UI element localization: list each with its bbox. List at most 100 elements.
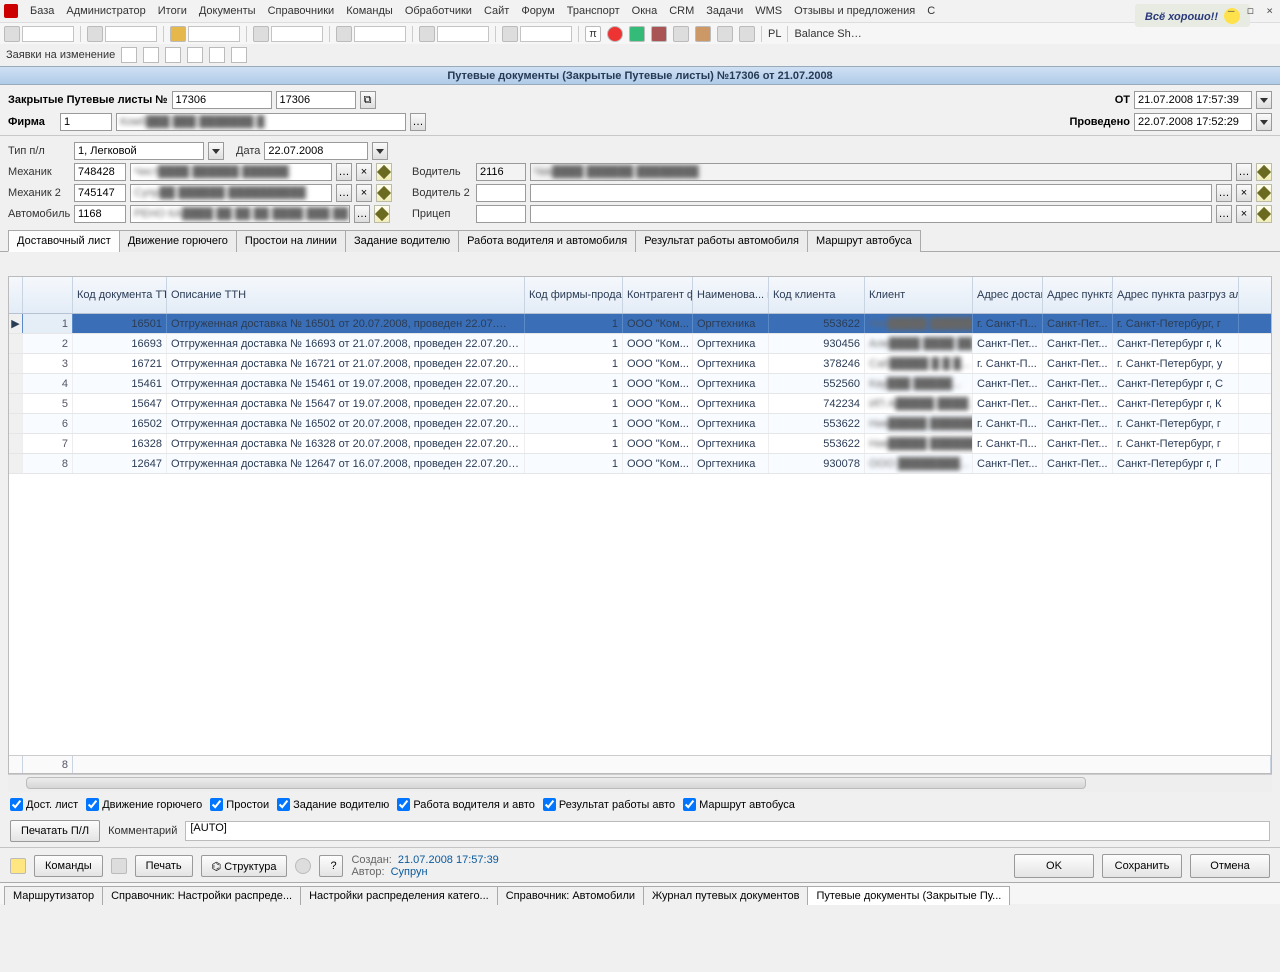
print-button[interactable]: Печать xyxy=(135,855,193,877)
driver2-name[interactable] xyxy=(530,184,1212,202)
driver-edit[interactable] xyxy=(1256,163,1272,181)
table-row[interactable]: 515647Отгруженная доставка № 15647 от 19… xyxy=(9,394,1271,414)
menu-windows[interactable]: Окна xyxy=(626,3,664,19)
window-controls[interactable]: – ◻ × xyxy=(1228,4,1276,17)
date-dropdown[interactable] xyxy=(372,142,388,160)
tab-work[interactable]: Работа водителя и автомобиля xyxy=(458,230,636,252)
toolbar-balance-label[interactable]: Balance Sh… xyxy=(794,28,861,40)
mechanic-edit[interactable] xyxy=(376,163,392,181)
mechanic2-name[interactable]: Супр██ ██████ ██████████ xyxy=(130,184,332,202)
pi-icon[interactable]: π xyxy=(585,26,601,42)
tab-idle[interactable]: Простои на линии xyxy=(236,230,346,252)
menu-handlers[interactable]: Обработчики xyxy=(399,3,478,19)
mechanic2-picker[interactable]: … xyxy=(336,184,352,202)
table-row[interactable]: 415461Отгруженная доставка № 15461 от 19… xyxy=(9,374,1271,394)
menu-base[interactable]: База xyxy=(24,3,60,19)
menu-refs[interactable]: Справочники xyxy=(262,3,341,19)
auto-name[interactable]: РЕНО КА████ ██ ██ ██ ████ ███ ██ xyxy=(130,205,350,223)
grid-body[interactable]: ▶116501Отгруженная доставка № 16501 от 2… xyxy=(9,314,1271,755)
tool-icon-2[interactable] xyxy=(87,26,103,42)
tool-icon-3[interactable] xyxy=(170,26,186,42)
firm-name-input[interactable]: Комб███ ███ ███████ █ xyxy=(116,113,406,131)
grid-tool-4[interactable] xyxy=(78,256,94,272)
wtab-journal[interactable]: Журнал путевых документов xyxy=(643,886,808,905)
menu-site[interactable]: Сайт xyxy=(478,3,515,19)
chk-work[interactable]: Работа водителя и авто xyxy=(397,798,535,811)
mechanic2-clear[interactable]: × xyxy=(356,184,372,202)
menu-commands[interactable]: Команды xyxy=(340,3,399,19)
driver2-edit[interactable] xyxy=(1256,184,1272,202)
grid-tool-1[interactable] xyxy=(12,256,28,272)
printer-icon[interactable] xyxy=(111,858,127,874)
mechanic-clear[interactable]: × xyxy=(356,163,372,181)
tab-fuel[interactable]: Движение горючего xyxy=(119,230,237,252)
chk-route[interactable]: Маршрут автобуса xyxy=(683,798,795,811)
lightning-icon[interactable] xyxy=(10,858,26,874)
date-prov-input[interactable]: 22.07.2008 17:52:29 xyxy=(1134,113,1252,131)
grid-tool-6[interactable] xyxy=(122,256,138,272)
firm-picker-button[interactable]: … xyxy=(410,113,426,131)
shield-icon[interactable] xyxy=(629,26,645,42)
menu-itogi[interactable]: Итоги xyxy=(152,3,193,19)
tool-input-2[interactable] xyxy=(105,26,157,42)
number-to-input[interactable]: 17306 xyxy=(276,91,356,109)
wtab-dist-settings[interactable]: Настройки распределения катего... xyxy=(300,886,498,905)
col-cargo[interactable]: Наименова... груза xyxy=(693,277,769,313)
col-desc[interactable]: Описание ТТН xyxy=(167,277,525,313)
save-button[interactable]: Сохранить xyxy=(1102,854,1182,878)
ok-button[interactable]: OK xyxy=(1014,854,1094,878)
structure-button[interactable]: ⌬Структура xyxy=(201,855,288,877)
wtab-ref-auto[interactable]: Справочник: Автомобили xyxy=(497,886,644,905)
menu-documents[interactable]: Документы xyxy=(193,3,262,19)
driver2-picker[interactable]: … xyxy=(1216,184,1232,202)
req-icon-3[interactable] xyxy=(165,47,181,63)
mask-icon[interactable] xyxy=(651,26,667,42)
type-dropdown[interactable] xyxy=(208,142,224,160)
grid-tool-2[interactable] xyxy=(34,256,50,272)
trailer-name[interactable] xyxy=(530,205,1212,223)
driver2-code[interactable] xyxy=(476,184,526,202)
col-contractor[interactable]: Контрагент фирмы-пр... xyxy=(623,277,693,313)
globe-icon[interactable] xyxy=(673,26,689,42)
number-picker-button[interactable]: ⧉ xyxy=(360,91,376,109)
tool-icon-5[interactable] xyxy=(336,26,352,42)
clip-icon[interactable] xyxy=(295,858,311,874)
tool-icon-7[interactable] xyxy=(502,26,518,42)
print-waybill-button[interactable]: Печатать П/Л xyxy=(10,820,100,842)
req-icon-2[interactable] xyxy=(143,47,159,63)
chk-dost[interactable]: Дост. лист xyxy=(10,798,78,811)
auto-picker[interactable]: … xyxy=(354,205,370,223)
req-icon-4[interactable] xyxy=(187,47,203,63)
mechanic-picker[interactable]: … xyxy=(336,163,352,181)
cube-icon[interactable] xyxy=(739,26,755,42)
table-row[interactable]: 616502Отгруженная доставка № 16502 от 20… xyxy=(9,414,1271,434)
col-client-code[interactable]: Код клиента xyxy=(769,277,865,313)
tool-icon-1[interactable] xyxy=(4,26,20,42)
search-icon[interactable] xyxy=(717,26,733,42)
mechanic2-edit[interactable] xyxy=(376,184,392,202)
tab-task[interactable]: Задание водителю xyxy=(345,230,459,252)
table-row[interactable]: 316721Отгруженная доставка № 16721 от 21… xyxy=(9,354,1271,374)
tool-input-3[interactable] xyxy=(188,26,240,42)
tab-route[interactable]: Маршрут автобуса xyxy=(807,230,921,252)
table-row[interactable]: ▶116501Отгруженная доставка № 16501 от 2… xyxy=(9,314,1271,334)
menu-crm[interactable]: CRM xyxy=(663,3,700,19)
menu-tasks[interactable]: Задачи xyxy=(700,3,749,19)
date-input[interactable]: 22.07.2008 xyxy=(264,142,368,160)
col-doc-code[interactable]: Код документа ТТН xyxy=(73,277,167,313)
commands-button[interactable]: Команды xyxy=(34,855,103,877)
driver2-clear[interactable]: × xyxy=(1236,184,1252,202)
menu-admin[interactable]: Администратор xyxy=(60,3,151,19)
trailer-edit[interactable] xyxy=(1256,205,1272,223)
auto-code[interactable]: 1168 xyxy=(74,205,126,223)
driver-picker[interactable]: … xyxy=(1236,163,1252,181)
wtab-waybills[interactable]: Путевые документы (Закрытые Пу... xyxy=(807,886,1010,905)
help-button[interactable]: ? xyxy=(319,855,343,877)
trailer-code[interactable] xyxy=(476,205,526,223)
toolbar-pl-label[interactable]: PL xyxy=(768,28,781,40)
chk-result[interactable]: Результат работы авто xyxy=(543,798,675,811)
col-client[interactable]: Клиент xyxy=(865,277,973,313)
grid-tool-3[interactable] xyxy=(56,256,72,272)
tool-input-4[interactable] xyxy=(271,26,323,42)
trailer-clear[interactable]: × xyxy=(1236,205,1252,223)
